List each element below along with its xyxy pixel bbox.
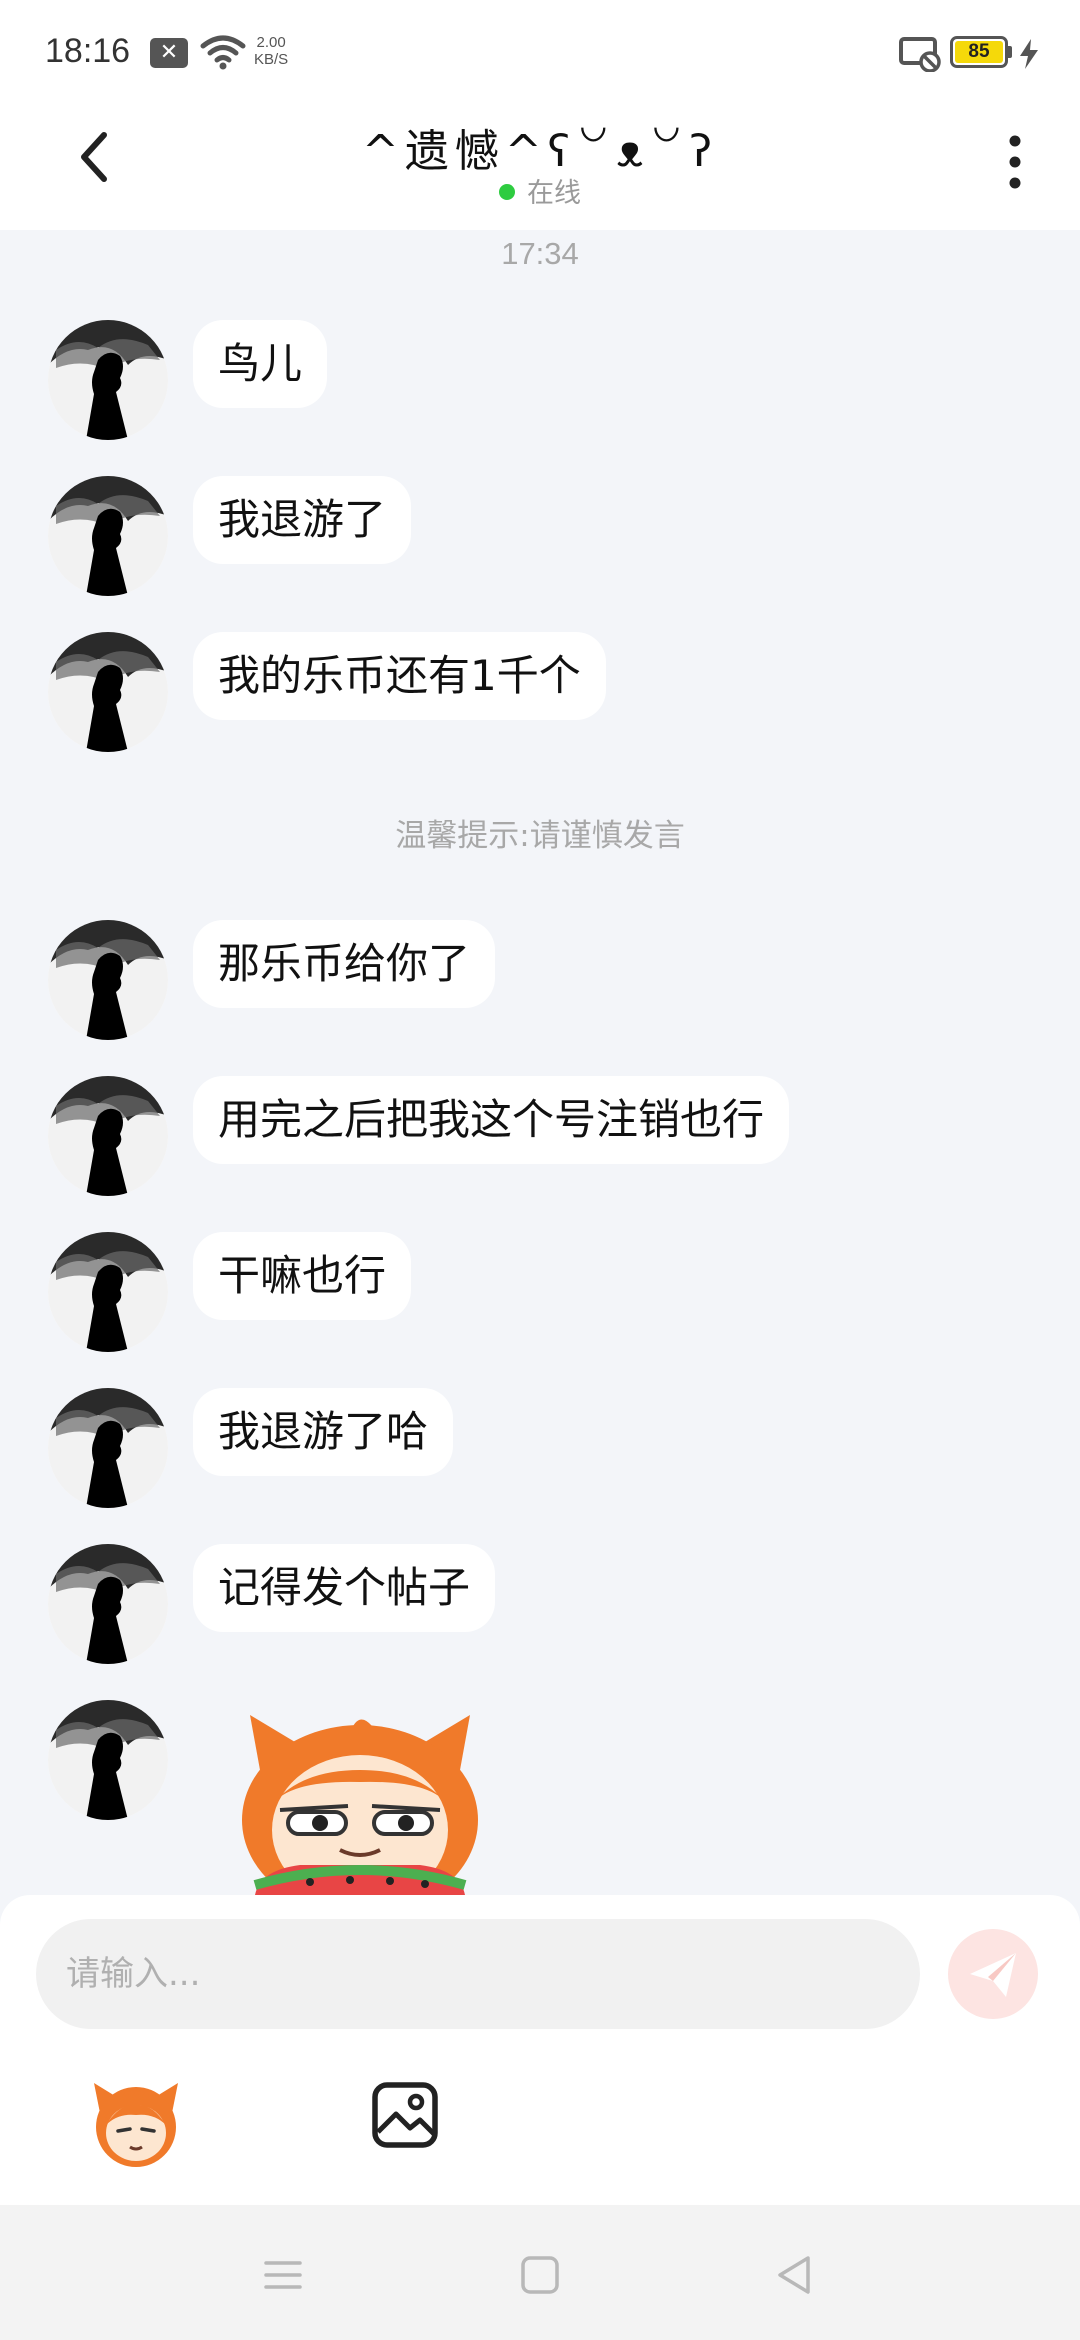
avatar[interactable] [48, 1388, 168, 1508]
sticker-button[interactable] [90, 2075, 182, 2167]
menu-icon[interactable] [258, 2250, 308, 2300]
system-hint: 温馨提示:请谨慎发言 [395, 818, 685, 854]
message-bubble[interactable]: 干嘛也行 [193, 1232, 412, 1320]
screen-cast-off-icon [899, 37, 941, 72]
battery-level: 85 [955, 41, 1003, 63]
avatar[interactable] [48, 476, 168, 596]
avatar[interactable] [48, 1232, 168, 1352]
message-timestamp: 17:34 [501, 236, 579, 271]
send-button[interactable] [948, 1929, 1038, 2019]
message-list[interactable]: 17:34 鸟儿我退游了我的乐币还有1千个 温馨提示:请谨慎发言 那乐币给你了用… [0, 230, 1080, 1895]
message-bubble[interactable]: 那乐币给你了 [193, 920, 496, 1008]
message-bubble[interactable]: 鸟儿 [193, 320, 328, 408]
composer-panel [0, 1895, 1080, 2205]
avatar[interactable] [48, 1544, 168, 1664]
avatar[interactable] [48, 1076, 168, 1196]
image-icon [372, 2082, 438, 2148]
paper-plane-icon [970, 1953, 1016, 1997]
presence-label: 在线 [527, 178, 581, 209]
avatar[interactable] [48, 632, 168, 752]
online-status: 在线 [0, 171, 1080, 210]
sticker-face-icon [94, 2083, 178, 2167]
status-bar: 18:16 ✕ 2.00 KB/S 85 [0, 0, 1080, 105]
message-bubble[interactable]: 记得发个帖子 [193, 1544, 496, 1632]
avatar[interactable] [48, 1700, 168, 1820]
avatar[interactable] [48, 920, 168, 1040]
chat-title: ^遗憾^ʕ꒡ᴥ꒡ʔ [361, 126, 719, 177]
wifi-icon [200, 35, 246, 70]
back-triangle-icon[interactable] [770, 2250, 820, 2300]
more-options-icon[interactable] [995, 127, 1035, 197]
sticker-image [242, 1715, 478, 1895]
chat-header: ^遗憾^ʕ꒡ᴥ꒡ʔ 在线 [0, 105, 1080, 230]
avatar[interactable] [48, 320, 168, 440]
message-bubble[interactable]: 我的乐币还有1千个 [193, 632, 606, 720]
message-bubble[interactable]: 我退游了哈 [193, 1388, 454, 1476]
x-box-icon: ✕ [150, 38, 188, 68]
home-square-icon[interactable] [515, 2250, 565, 2300]
charging-bolt-icon [1020, 39, 1038, 69]
network-speed: 2.00 KB/S [254, 34, 288, 68]
network-speed-unit: KB/S [254, 51, 289, 68]
network-speed-value: 2.00 [256, 34, 286, 51]
battery-tip [1008, 46, 1012, 58]
system-nav-bar [0, 2205, 1080, 2340]
message-input[interactable] [36, 1919, 920, 2029]
image-button[interactable] [370, 2080, 440, 2150]
sticker-message[interactable] [240, 1710, 480, 1895]
battery-icon: 85 [950, 36, 1008, 68]
online-dot-icon [499, 184, 515, 200]
status-time: 18:16 [45, 32, 131, 70]
message-bubble[interactable]: 用完之后把我这个号注销也行 [193, 1076, 790, 1164]
message-bubble[interactable]: 我退游了 [193, 476, 412, 564]
